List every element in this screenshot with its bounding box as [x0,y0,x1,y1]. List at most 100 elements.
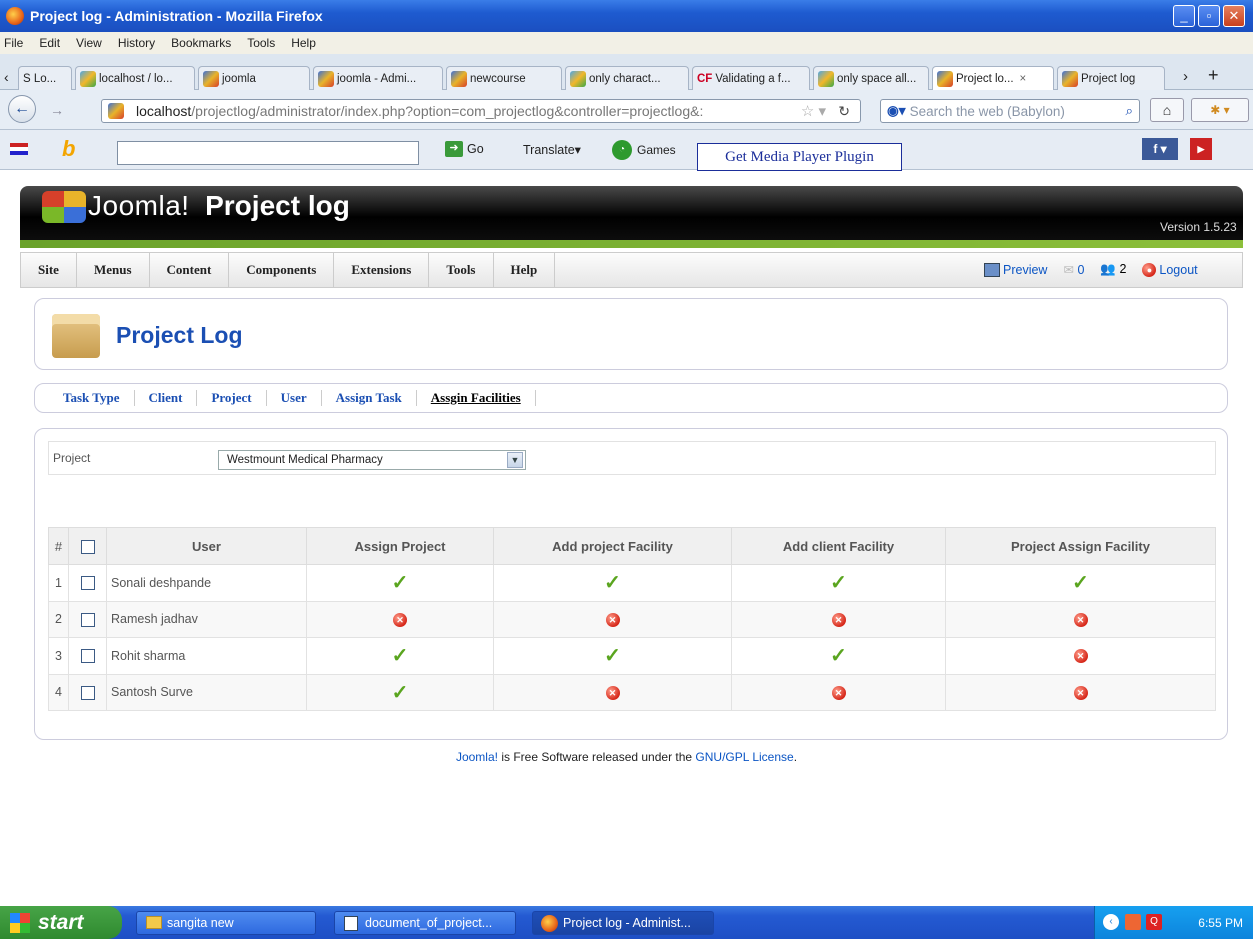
menu-edit[interactable]: Edit [39,36,60,50]
users-icon: 👥 [1100,262,1116,276]
messages-link[interactable]: ✉ 0 [1063,262,1084,277]
row-checkbox-cell [68,637,107,675]
minimize-button[interactable]: _ [1173,5,1195,27]
cross-icon[interactable]: ✕ [1073,685,1088,700]
cross-icon[interactable]: ✕ [1073,612,1088,627]
taskbar-item[interactable]: sangita new [136,911,316,935]
menu-view[interactable]: View [76,36,102,50]
tab[interactable]: Project log [1057,66,1165,90]
row-checkbox[interactable] [80,649,95,664]
gpl-license-link[interactable]: GNU/GPL License [695,750,793,764]
tab-scroll-right-icon[interactable]: › [1183,68,1188,85]
facility-cell: ✕ [731,600,946,638]
project-select[interactable]: Westmount Medical Pharmacy ▼ [218,450,526,470]
joomla-link[interactable]: Joomla! [456,750,498,764]
tab[interactable]: only charact... [565,66,689,90]
tray-app-icon[interactable] [1125,914,1141,930]
cross-icon[interactable]: ✕ [605,685,620,700]
media-player-plugin-button[interactable]: Get Media Player Plugin [697,143,902,171]
user-name: Rohit sharma [106,637,307,675]
forward-button[interactable]: → [50,102,64,118]
address-host: localhost [136,103,192,119]
search-input[interactable]: ◉▾ Search the web (Babylon) ⌕ [880,99,1140,123]
check-icon[interactable]: ✓ [1072,572,1089,594]
check-icon[interactable]: ✓ [604,645,621,667]
translate-button[interactable]: Translate▾ [523,142,581,157]
row-checkbox[interactable] [80,685,95,700]
back-button[interactable]: ← [8,95,36,123]
addon-button[interactable]: ✱ ▾ [1191,98,1249,122]
check-icon[interactable]: ✓ [830,645,847,667]
cross-icon[interactable]: ✕ [1073,649,1088,664]
games-icon: ◔ [612,140,632,160]
menu-tools[interactable]: Tools [429,252,494,288]
home-button[interactable]: ⌂ [1150,98,1184,122]
row-checkbox-cell [68,673,107,711]
flag-icon[interactable] [10,143,28,155]
tab[interactable]: joomla [198,66,310,90]
check-icon[interactable]: ✓ [830,572,847,594]
row-checkbox[interactable] [80,576,95,591]
youtube-icon[interactable]: ▶ [1190,138,1212,160]
menu-help[interactable]: Help [291,36,316,50]
menu-menus[interactable]: Menus [77,252,150,288]
taskbar-item-active[interactable]: Project log - Administ... [532,911,714,935]
tray-search-icon[interactable]: Q [1146,914,1162,930]
cross-icon[interactable]: ✕ [393,612,407,627]
address-bar[interactable]: localhost/projectlog/administrator/index… [101,99,861,123]
check-all-checkbox[interactable] [80,539,95,554]
search-icon[interactable]: ⌕ [1125,103,1133,119]
submenu-assign-task[interactable]: Assign Task [322,390,417,406]
tab[interactable]: joomla - Admi... [313,66,443,90]
menu-history[interactable]: History [118,36,155,50]
cross-icon[interactable]: ✕ [605,612,620,627]
menu-bookmarks[interactable]: Bookmarks [171,36,231,50]
tray-arrow-icon[interactable]: ‹ [1103,914,1119,930]
tab[interactable]: only space all... [813,66,929,90]
menu-file[interactable]: File [4,36,23,50]
menu-help[interactable]: Help [494,252,556,288]
reload-icon[interactable]: ↻ [838,103,850,120]
facebook-icon[interactable]: f ▾ [1142,138,1178,160]
check-icon[interactable]: ✓ [392,645,409,667]
tab[interactable]: localhost / lo... [75,66,195,90]
tab[interactable]: newcourse [446,66,562,90]
menu-components[interactable]: Components [229,252,335,288]
cross-icon[interactable]: ✕ [831,685,846,700]
cross-icon[interactable]: ✕ [831,612,846,627]
logout-link[interactable]: ● Logout [1142,262,1198,277]
submenu-user[interactable]: User [267,390,322,406]
star-icon[interactable]: ☆ ▾ [801,102,826,120]
preview-link[interactable]: Preview [984,262,1047,277]
menu-content[interactable]: Content [150,252,230,288]
games-button[interactable]: ◔ Games [612,140,676,160]
row-checkbox-cell [68,564,107,602]
taskbar-item[interactable]: document_of_project... [334,911,516,935]
check-icon[interactable]: ✓ [392,682,409,704]
submenu-assign-facilities[interactable]: Assgin Facilities [417,390,536,406]
go-button[interactable]: ➜ Go [445,141,484,157]
new-tab-button[interactable]: + [1208,65,1219,86]
submenu-task-type[interactable]: Task Type [49,390,135,406]
tab[interactable]: S Lo... [18,66,72,90]
row-checkbox[interactable] [80,612,95,627]
tab-scroll-left-icon[interactable]: ‹ [4,69,9,85]
menu-site[interactable]: Site [21,252,77,288]
tab-active[interactable]: Project lo... × [932,66,1054,90]
menu-tools[interactable]: Tools [247,36,275,50]
check-icon[interactable]: ✓ [392,572,409,594]
users-online[interactable]: 👥 2 [1100,262,1126,277]
toolbar-search-input[interactable] [117,141,419,165]
submenu-project[interactable]: Project [197,390,267,406]
submenu-client[interactable]: Client [135,390,198,406]
babylon-logo-icon[interactable]: b [62,136,75,162]
menu-extensions[interactable]: Extensions [334,252,430,288]
tab-close-icon[interactable]: × [1020,73,1027,85]
close-window-button[interactable]: ✕ [1223,5,1245,27]
check-icon[interactable]: ✓ [604,572,621,594]
tab[interactable]: CF Validating a f... [692,66,810,90]
facility-cell: ✓ [306,564,494,602]
maximize-button[interactable]: ▫ [1198,5,1220,27]
col-add-project-facility: Add project Facility [493,527,732,565]
start-button[interactable]: start [0,906,122,939]
